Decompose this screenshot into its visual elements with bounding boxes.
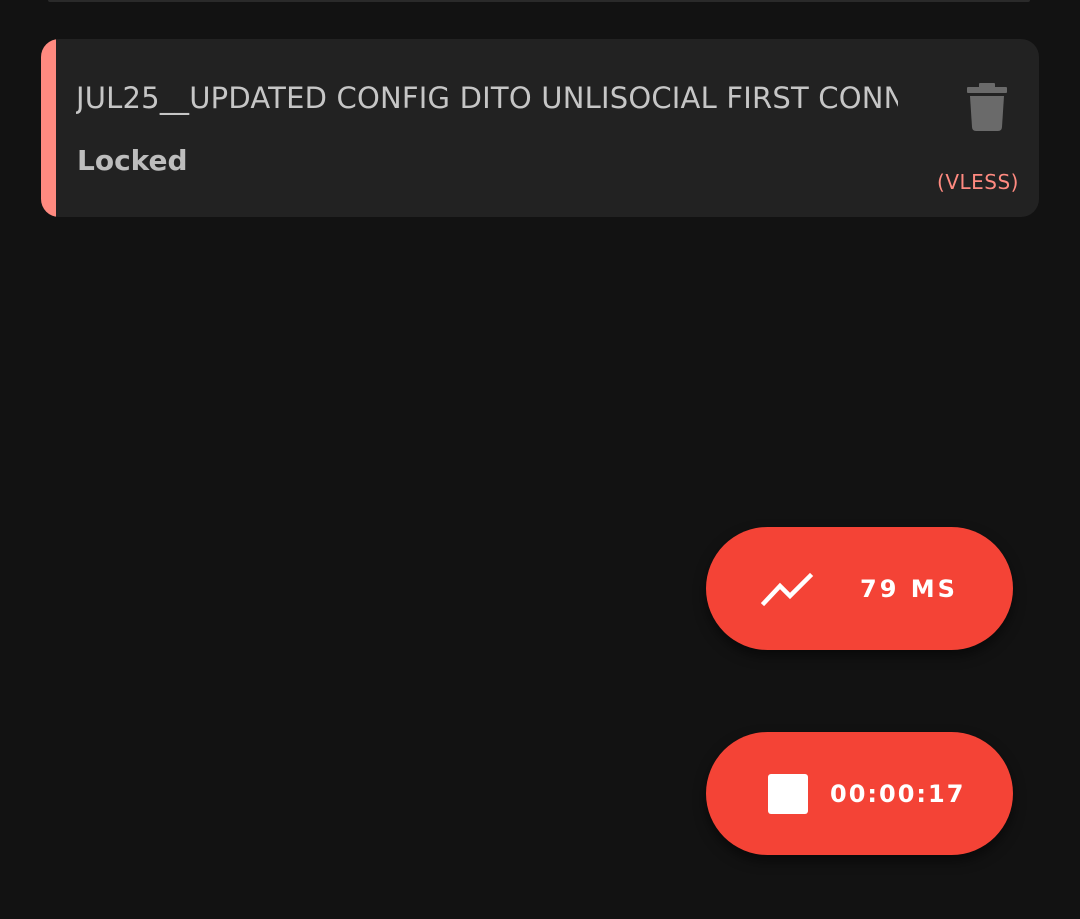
config-card[interactable]: JUL25__UPDATED CONFIG DITO UNLISOCIAL FI… bbox=[41, 39, 1039, 217]
config-title: JUL25__UPDATED CONFIG DITO UNLISOCIAL FI… bbox=[76, 81, 898, 115]
config-status: Locked bbox=[77, 144, 188, 177]
trending-up-icon bbox=[758, 559, 818, 619]
connection-timer: 00:00:17 bbox=[830, 779, 966, 808]
screen: JUL25__UPDATED CONFIG DITO UNLISOCIAL FI… bbox=[0, 0, 1080, 919]
protocol-label: (VLESS) bbox=[937, 170, 1019, 194]
stop-icon bbox=[758, 764, 818, 824]
ping-button[interactable]: 79 MS bbox=[706, 527, 1013, 650]
selected-accent-bar bbox=[41, 39, 56, 217]
delete-button[interactable] bbox=[963, 79, 1011, 135]
disconnect-button[interactable]: 00:00:17 bbox=[706, 732, 1013, 855]
trash-icon bbox=[967, 83, 1007, 131]
ping-value: 79 MS bbox=[860, 574, 958, 603]
previous-config-card[interactable] bbox=[48, 0, 1030, 2]
